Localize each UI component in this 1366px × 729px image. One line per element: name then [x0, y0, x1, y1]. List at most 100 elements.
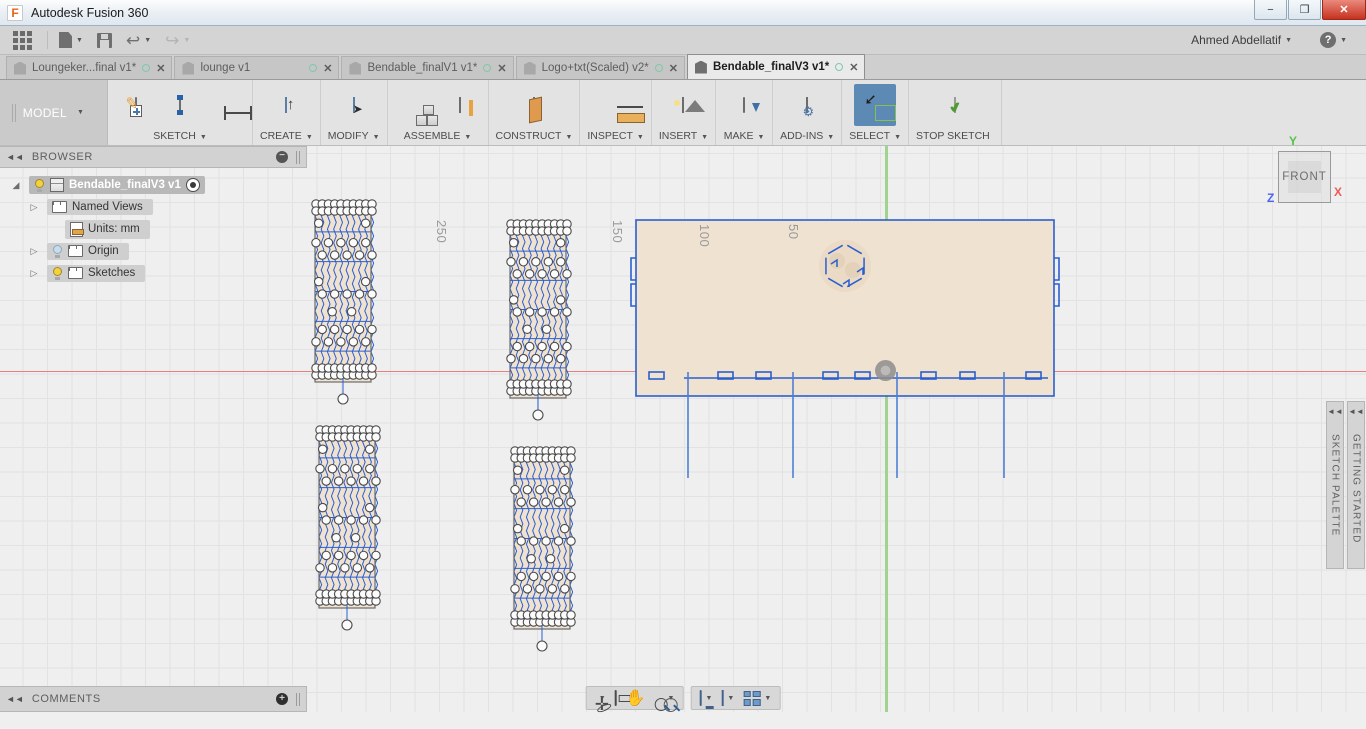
ribbon-group-label[interactable]: ADD-INS ▼	[780, 129, 834, 142]
close-icon[interactable]: ✕	[497, 62, 506, 75]
joint-button[interactable]	[439, 84, 481, 126]
window-controls[interactable]: − ❐ ✕	[1253, 0, 1366, 26]
expand-icon[interactable]: ◄◄	[1348, 407, 1364, 416]
comments-panel[interactable]: ◄◄ COMMENTS +	[0, 686, 307, 712]
zoom-button[interactable]	[652, 688, 658, 708]
visibility-bulb-icon[interactable]	[52, 266, 63, 280]
select-window-button[interactable]	[854, 84, 897, 126]
view-cube-face[interactable]: FRONT	[1278, 151, 1331, 203]
collapse-icon[interactable]: ◄◄	[6, 152, 24, 162]
create-sketch-button[interactable]	[115, 84, 157, 126]
browser-header[interactable]: ◄◄ BROWSER −	[0, 146, 307, 168]
display-settings-button[interactable]: ▼	[696, 688, 715, 708]
collapse-icon[interactable]: ◄◄	[6, 694, 24, 704]
panel-gripper[interactable]	[296, 692, 300, 706]
document-tab-4[interactable]: Bendable_finalV3 v1* ✕	[686, 54, 866, 79]
document-tab-3[interactable]: Logo+txt(Scaled) v2* ✕	[515, 56, 685, 79]
ribbon-group-label[interactable]: MAKE ▼	[724, 129, 765, 142]
ribbon-group-label[interactable]: SKETCH ▼	[153, 129, 207, 142]
folder-icon	[68, 245, 83, 257]
document-tab-2[interactable]: Bendable_finalV1 v1* ✕	[341, 56, 514, 79]
browser-node-bendable-finalv3-v1[interactable]: ◢ Bendable_finalV3 v1	[8, 174, 307, 196]
rectangle-button[interactable]	[159, 84, 201, 126]
workspace-switcher[interactable]: MODEL ▼	[0, 80, 108, 145]
visibility-bulb-icon[interactable]	[52, 244, 63, 258]
stop-sketch-button[interactable]	[934, 84, 976, 126]
chevron-down-icon[interactable]: ▼	[764, 695, 771, 702]
ribbon-group-label[interactable]: ASSEMBLE ▼	[404, 129, 472, 142]
browser-node-row[interactable]: Sketches	[47, 264, 146, 282]
offset-plane-button[interactable]	[513, 84, 555, 126]
minimize-icon[interactable]: −	[276, 151, 288, 163]
browser-node-row[interactable]: Named Views	[47, 199, 153, 215]
measure-button[interactable]	[595, 84, 637, 126]
undo-icon[interactable]: ↩ ▼	[121, 28, 156, 52]
browser-node-sketches[interactable]: ▷ Sketches	[8, 262, 307, 284]
panel-gripper[interactable]	[296, 150, 300, 164]
flexure-panel-bottom-mid[interactable]	[510, 446, 576, 652]
getting-started-flyout[interactable]: ◄◄ GETTING STARTED	[1347, 401, 1365, 569]
redo-icon[interactable]: ↪ ▼	[160, 28, 195, 52]
3d-print-button[interactable]	[723, 84, 765, 126]
add-comment-icon[interactable]: +	[276, 693, 288, 705]
close-icon[interactable]: ✕	[669, 62, 678, 75]
expand-arrow-icon[interactable]: ◢	[8, 180, 24, 191]
chevron-down-icon[interactable]: ▼	[727, 695, 734, 702]
ribbon-group-label[interactable]: INSPECT ▼	[587, 129, 643, 142]
display-settings-icon	[699, 690, 702, 706]
view-cube[interactable]: Y X Z FRONT	[1262, 129, 1342, 209]
browser-node-row[interactable]: Units: mm	[65, 219, 150, 239]
fusion-logo-icon: F	[7, 4, 23, 21]
new-component-button[interactable]	[395, 84, 438, 126]
app-grid-icon[interactable]	[8, 28, 37, 52]
expand-arrow-icon[interactable]: ▷	[26, 202, 42, 213]
browser-node-named-views[interactable]: ▷ Named Views	[8, 196, 307, 218]
file-icon[interactable]: ▼	[54, 28, 88, 52]
hexagon-logo-sketch[interactable]	[819, 240, 871, 292]
user-menu[interactable]: Ahmed Abdellatif ▼	[1186, 28, 1297, 52]
ribbon-group-label[interactable]: SELECT ▼	[849, 129, 901, 142]
orbit-button[interactable]: ▼	[592, 688, 609, 708]
help-menu[interactable]: ? ▼	[1315, 28, 1352, 52]
pan-button[interactable]: ✋	[623, 688, 649, 708]
document-tab-0[interactable]: Loungeker...final v1* ✕	[6, 56, 173, 79]
ribbon-group-label[interactable]: MODIFY ▼	[328, 129, 380, 142]
minimize-button[interactable]: −	[1254, 0, 1287, 20]
flexure-panel-bottom-left[interactable]	[315, 425, 381, 631]
visibility-bulb-icon[interactable]	[34, 178, 45, 192]
browser-node-row[interactable]: Origin	[47, 242, 129, 260]
expand-icon[interactable]: ◄◄	[1327, 407, 1343, 416]
ribbon-group-label[interactable]: STOP SKETCH	[916, 129, 994, 142]
browser-root-row[interactable]: Bendable_finalV3 v1	[29, 176, 205, 194]
ribbon-group-label[interactable]: INSERT ▼	[659, 129, 708, 142]
origin-point-marker[interactable]	[875, 360, 896, 381]
3d-print-icon	[743, 97, 746, 113]
chevron-down-icon[interactable]: ▼	[705, 695, 712, 702]
close-button[interactable]: ✕	[1322, 0, 1366, 20]
scripts-addins-button[interactable]	[786, 84, 828, 126]
browser-node-origin[interactable]: ▷ Origin	[8, 240, 307, 262]
close-icon[interactable]: ✕	[323, 62, 332, 75]
ribbon-group-inspect: INSPECT ▼	[580, 80, 652, 145]
press-pull-button[interactable]	[333, 84, 375, 126]
insert-image-button[interactable]	[662, 84, 704, 126]
restore-button[interactable]: ❐	[1288, 0, 1321, 20]
ribbon-group-label[interactable]: CONSTRUCT ▼	[496, 129, 573, 142]
save-icon[interactable]	[92, 28, 117, 52]
grid-snaps-button[interactable]: ▼	[718, 688, 737, 708]
close-icon[interactable]: ✕	[849, 61, 858, 74]
flexure-panel-top-mid[interactable]	[506, 219, 572, 421]
expand-arrow-icon[interactable]: ▷	[26, 246, 42, 257]
document-tab-1[interactable]: lounge v1 ✕	[174, 56, 340, 79]
look-at-button[interactable]	[612, 688, 620, 708]
extrude-button[interactable]	[265, 84, 307, 126]
close-icon[interactable]: ✕	[156, 62, 165, 75]
flexure-panel-top-left[interactable]	[311, 199, 377, 405]
sketch-palette-flyout[interactable]: ◄◄ SKETCH PALETTE	[1326, 401, 1344, 569]
sketch-dimension-button[interactable]	[203, 84, 245, 126]
component-activate-radio[interactable]	[185, 178, 200, 192]
expand-arrow-icon[interactable]: ▷	[26, 268, 42, 279]
viewports-button[interactable]: ▼	[740, 688, 774, 708]
browser-node-units-mm[interactable]: Units: mm	[8, 218, 307, 240]
ribbon-group-label[interactable]: CREATE ▼	[260, 129, 313, 142]
